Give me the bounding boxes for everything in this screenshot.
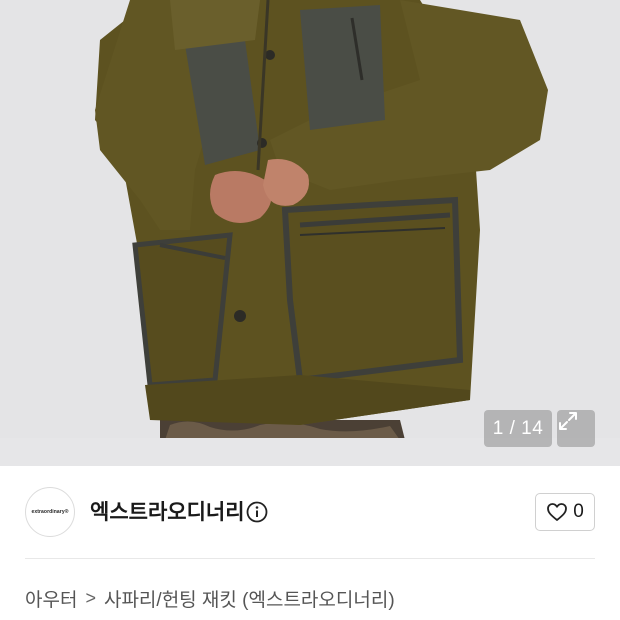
divider — [25, 558, 595, 559]
breadcrumb-category[interactable]: 아우터 — [25, 585, 77, 612]
image-counter: 1 / 14 — [484, 410, 552, 447]
expand-icon — [559, 412, 577, 430]
breadcrumb: 아우터 > 사파리/헌팅 재킷 (엑스트라오디너리) — [25, 585, 395, 612]
store-logo-text: extraordinary® — [31, 509, 69, 515]
breadcrumb-separator: > — [85, 588, 96, 608]
like-button[interactable]: 0 — [535, 493, 595, 531]
product-image-gallery[interactable]: 1 / 14 — [0, 0, 620, 466]
image-counter-text: 1 / 14 — [492, 417, 544, 439]
store-name[interactable]: 엑스트라오디너리 — [90, 496, 245, 526]
like-count: 0 — [573, 501, 584, 522]
heart-icon — [547, 503, 568, 521]
breadcrumb-subcategory[interactable]: 사파리/헌팅 재킷 (엑스트라오디너리) — [104, 585, 395, 612]
store-row: extraordinary® 엑스트라오디너리 0 — [0, 466, 620, 558]
info-icon[interactable] — [246, 501, 268, 523]
expand-image-button[interactable] — [557, 410, 595, 447]
product-photo — [0, 0, 620, 466]
store-logo-avatar[interactable]: extraordinary® — [25, 487, 75, 537]
